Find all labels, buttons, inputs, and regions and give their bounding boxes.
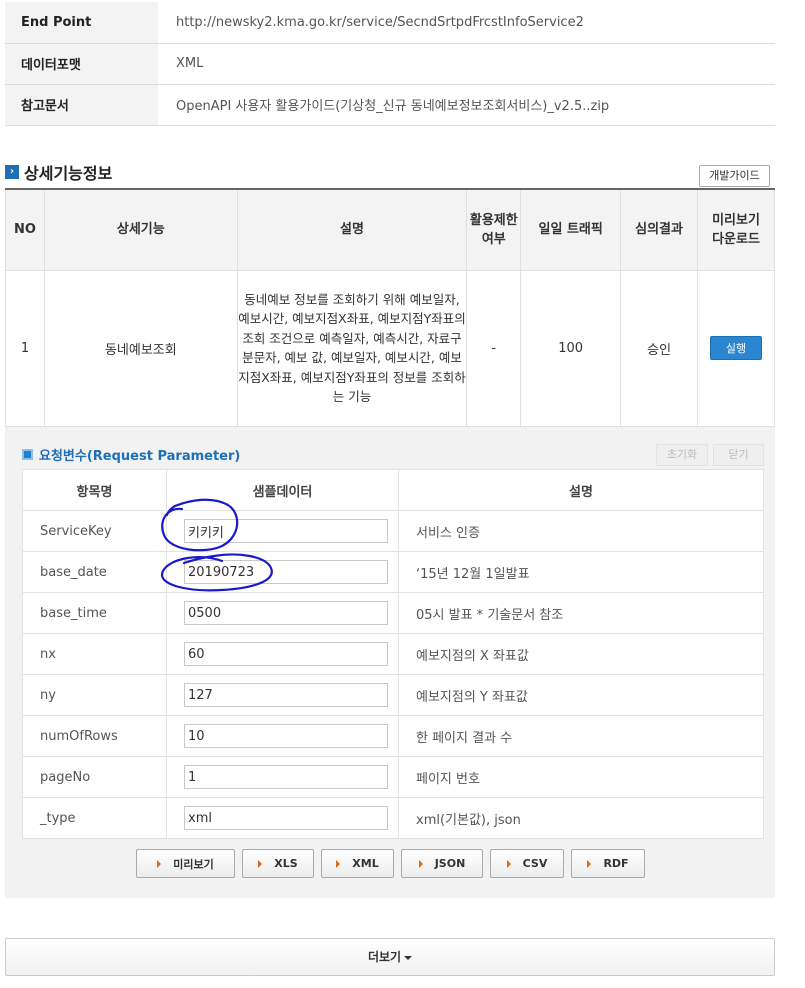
play-arrow-icon <box>418 859 423 868</box>
param-desc: 한 페이지 결과 수 <box>398 715 764 757</box>
param-desc: 페이지 번호 <box>398 756 764 798</box>
detail-section-title: › 상세기능정보 <box>5 161 112 183</box>
param-desc: 예보지점의 Y 좌표값 <box>398 674 764 716</box>
info-label: End Point <box>5 2 158 44</box>
more-button[interactable]: 더보기 <box>5 938 775 976</box>
param-name: ny <box>22 674 167 716</box>
info-row-endpoint: End Point http://newsky2.kma.go.kr/servi… <box>5 2 775 44</box>
run-button[interactable]: 실행 <box>710 336 762 360</box>
col-header-review: 심의결과 <box>620 188 699 271</box>
param-row: pageNo 페이지 번호 <box>22 756 764 798</box>
col-header-description: 설명 <box>236 188 468 271</box>
rdf-button[interactable]: RDF <box>571 849 645 878</box>
service-info-table: End Point http://newsky2.kma.go.kr/servi… <box>5 2 775 126</box>
param-name: _type <box>22 797 167 839</box>
service-key-input[interactable] <box>184 519 388 543</box>
detail-function-table: NO 상세기능 설명 활용제한 여부 일일 트래픽 심의결과 미리보기 다운로드… <box>5 188 775 427</box>
format-button-row: 미리보기 XLS XML JSON CSV RDF <box>136 849 652 878</box>
info-label: 데이터포맷 <box>5 43 158 85</box>
preview-button[interactable]: 미리보기 <box>136 849 235 878</box>
detail-header-row: NO 상세기능 설명 활용제한 여부 일일 트래픽 심의결과 미리보기 다운로드 <box>5 188 775 271</box>
square-bullet-icon <box>22 449 33 460</box>
param-sample-cell <box>166 715 399 757</box>
play-arrow-icon <box>336 859 341 868</box>
col-header-limit: 활용제한 여부 <box>466 188 522 271</box>
xls-button[interactable]: XLS <box>242 849 314 878</box>
row-run-cell: 실행 <box>697 269 775 427</box>
info-value: XML <box>158 43 775 85</box>
param-row: ny 예보지점의 Y 좌표값 <box>22 674 764 716</box>
play-arrow-icon <box>258 859 263 868</box>
param-desc: xml(기본값), json <box>398 797 764 839</box>
play-arrow-icon <box>587 859 592 868</box>
detail-row: 1 동네예보조회 동네예보 정보를 조회하기 위해 예보일자, 예보시간, 예보… <box>5 269 775 427</box>
param-sample-cell <box>166 756 399 798</box>
param-sample-cell <box>166 592 399 634</box>
param-name: ServiceKey <box>22 510 167 552</box>
caret-down-icon <box>404 955 413 960</box>
param-row: ServiceKey 서비스 인증 <box>22 510 764 552</box>
col-header-no: NO <box>5 188 45 271</box>
row-limit: - <box>466 269 522 427</box>
col-header-function: 상세기능 <box>43 188 238 271</box>
play-arrow-icon <box>157 859 162 868</box>
request-parameter-table: 항목명 샘플데이터 설명 ServiceKey 서비스 인증 base_date… <box>22 469 764 839</box>
param-name: base_date <box>22 551 167 593</box>
base-date-input[interactable] <box>184 560 388 584</box>
param-desc: 서비스 인증 <box>398 510 764 552</box>
param-sample-cell <box>166 510 399 552</box>
info-label: 참고문서 <box>5 84 158 126</box>
csv-button[interactable]: CSV <box>490 849 564 878</box>
params-header-row: 항목명 샘플데이터 설명 <box>22 469 764 511</box>
play-arrow-icon <box>506 859 511 868</box>
close-button[interactable]: 닫기 <box>713 444 764 466</box>
chevron-right-icon: › <box>5 165 19 179</box>
dev-guide-button[interactable]: 개발가이드 <box>699 165 770 187</box>
param-row: _type xml(기본값), json <box>22 797 764 839</box>
row-description: 동네예보 정보를 조회하기 위해 예보일자, 예보시간, 예보지점X좌표, 예보… <box>236 269 468 427</box>
param-desc: 05시 발표 * 기술문서 참조 <box>398 592 764 634</box>
request-parameter-panel: 요청변수(Request Parameter) 초기화 닫기 항목명 샘플데이터… <box>5 426 775 898</box>
row-review: 승인 <box>620 269 699 427</box>
param-desc: ‘15년 12월 1일발표 <box>398 551 764 593</box>
param-sample-cell <box>166 797 399 839</box>
base-time-input[interactable] <box>184 601 388 625</box>
param-name: numOfRows <box>22 715 167 757</box>
nx-input[interactable] <box>184 642 388 666</box>
param-sample-cell <box>166 674 399 716</box>
col-header-item-name: 항목명 <box>22 469 167 511</box>
param-name: base_time <box>22 592 167 634</box>
ny-input[interactable] <box>184 683 388 707</box>
param-row: numOfRows 한 페이지 결과 수 <box>22 715 764 757</box>
reset-button[interactable]: 초기화 <box>656 444 708 466</box>
col-header-param-description: 설명 <box>398 469 764 511</box>
row-no: 1 <box>5 269 45 427</box>
page-no-input[interactable] <box>184 765 388 789</box>
row-function: 동네예보조회 <box>43 269 238 427</box>
col-header-traffic: 일일 트래픽 <box>520 188 622 271</box>
param-row: nx 예보지점의 X 좌표값 <box>22 633 764 675</box>
param-sample-cell <box>166 633 399 675</box>
request-parameter-title: 요청변수(Request Parameter) <box>22 445 240 464</box>
info-row-format: 데이터포맷 XML <box>5 43 775 85</box>
info-row-docs: 참고문서 OpenAPI 사용자 활용가이드(기상청_신규 동네예보정보조회서비… <box>5 84 775 126</box>
num-of-rows-input[interactable] <box>184 724 388 748</box>
info-value-docs-link[interactable]: OpenAPI 사용자 활용가이드(기상청_신규 동네예보정보조회서비스)_v2… <box>158 84 775 126</box>
param-row: base_date ‘15년 12월 1일발표 <box>22 551 764 593</box>
info-value: http://newsky2.kma.go.kr/service/SecndSr… <box>158 2 775 44</box>
row-traffic: 100 <box>520 269 622 427</box>
param-row: base_time 05시 발표 * 기술문서 참조 <box>22 592 764 634</box>
xml-button[interactable]: XML <box>321 849 394 878</box>
col-header-sample-data: 샘플데이터 <box>166 469 399 511</box>
param-desc: 예보지점의 X 좌표값 <box>398 633 764 675</box>
json-button[interactable]: JSON <box>401 849 483 878</box>
type-input[interactable] <box>184 806 388 830</box>
col-header-preview: 미리보기 다운로드 <box>697 188 775 271</box>
param-sample-cell <box>166 551 399 593</box>
param-name: pageNo <box>22 756 167 798</box>
param-name: nx <box>22 633 167 675</box>
